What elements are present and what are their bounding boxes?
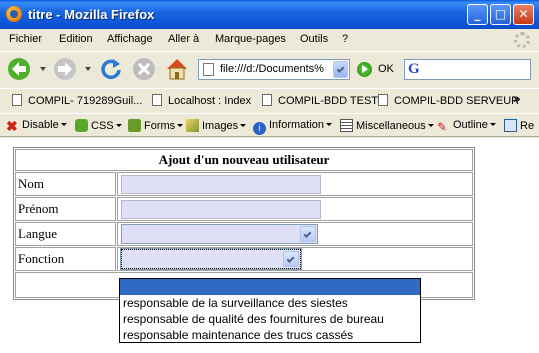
page-icon [12, 94, 22, 106]
forward-dropdown-icon[interactable] [85, 67, 91, 71]
resize-icon [504, 119, 517, 132]
caret-icon [115, 124, 122, 127]
fonction-dropdown-list: responsable de la surveillance des siest… [119, 278, 421, 343]
menu-help[interactable]: ? [342, 33, 348, 45]
forms-icon [128, 119, 141, 132]
images-icon [186, 119, 199, 132]
form-heading: Ajout d'un nouveau utilisateur [15, 149, 473, 171]
prenom-cell [117, 197, 473, 221]
images-menu[interactable]: Images [186, 119, 247, 132]
page-icon [152, 94, 162, 106]
information-icon: i [253, 122, 266, 135]
go-button[interactable]: OK [378, 63, 394, 75]
outline-menu[interactable]: ✎ Outline [437, 119, 496, 134]
css-icon [75, 119, 88, 132]
chevron-down-icon [286, 255, 295, 263]
resize-menu[interactable]: Re [504, 119, 534, 132]
menu-bar: Fichier Edition Affichage Aller à Marque… [0, 29, 539, 51]
langue-label: Langue [15, 222, 116, 246]
dropdown-option[interactable] [120, 279, 420, 295]
google-icon[interactable]: G [408, 61, 420, 78]
forward-icon[interactable] [52, 56, 78, 82]
maximize-button[interactable]: □ [490, 4, 511, 25]
menu-aller-a[interactable]: Aller à [168, 33, 199, 45]
disable-icon: ✖ [6, 118, 18, 134]
nom-label: Nom [15, 172, 116, 196]
page-icon [203, 63, 214, 76]
back-icon[interactable] [6, 56, 32, 82]
title-bar: titre - Mozilla Firefox _ □ ✕ [0, 0, 539, 29]
nom-input[interactable] [121, 174, 321, 194]
dropdown-option[interactable]: responsable maintenance des trucs cassés [120, 327, 420, 343]
reload-icon[interactable] [98, 56, 124, 82]
menu-outils[interactable]: Outils [300, 33, 328, 45]
fonction-dropdown-button[interactable] [283, 251, 299, 267]
bookmark-item[interactable]: COMPIL-BDD SERVEUR [378, 94, 519, 107]
dropdown-option[interactable]: responsable de qualité des fournitures d… [120, 311, 420, 327]
fonction-cell [117, 247, 473, 271]
caret-icon [60, 123, 67, 126]
caret-icon [177, 124, 184, 127]
miscellaneous-icon [340, 119, 353, 132]
nom-cell [117, 172, 473, 196]
firefox-icon [6, 6, 22, 22]
back-dropdown-icon[interactable] [40, 67, 46, 71]
url-input[interactable]: file:///d:/Documents% [220, 63, 330, 75]
menu-marque-pages[interactable]: Marque-pages [215, 33, 286, 45]
fonction-select[interactable] [120, 248, 302, 270]
menu-affichage[interactable]: Affichage [107, 33, 153, 45]
minimize-button[interactable]: _ [467, 4, 488, 25]
page-icon [378, 94, 388, 106]
go-icon[interactable] [357, 62, 372, 77]
caret-icon [240, 124, 247, 127]
caret-icon [326, 123, 333, 126]
bookmark-item[interactable]: COMPIL-BDD TEST [262, 94, 378, 107]
caret-icon [489, 123, 496, 126]
chevron-down-icon [303, 230, 312, 238]
langue-select[interactable] [121, 224, 318, 244]
home-icon[interactable] [164, 56, 190, 82]
css-menu[interactable]: CSS [75, 119, 122, 132]
menu-fichier[interactable]: Fichier [9, 33, 42, 45]
navigation-toolbar: file:///d:/Documents% OK G [0, 51, 539, 87]
caret-icon [427, 124, 434, 127]
prenom-input[interactable] [121, 199, 321, 219]
langue-cell [117, 222, 473, 246]
langue-dropdown-button[interactable] [300, 226, 316, 242]
bookmark-item[interactable]: COMPIL- 719289Guil... [12, 94, 142, 107]
chevron-down-icon [336, 65, 345, 73]
bookmark-item[interactable]: Localhost : Index [152, 94, 251, 107]
stop-icon[interactable] [131, 56, 157, 82]
close-button[interactable]: ✕ [513, 4, 534, 25]
fonction-label: Fonction [15, 247, 116, 271]
bookmarks-chevron-icon[interactable]: » [513, 92, 521, 106]
menu-edition[interactable]: Edition [59, 33, 93, 45]
throbber-icon [514, 32, 530, 48]
forms-menu[interactable]: Forms [128, 119, 184, 132]
information-menu[interactable]: i Information [253, 119, 333, 135]
web-developer-toolbar: ✖ Disable CSS Forms Images i Information M… [0, 113, 539, 137]
prenom-label: Prénom [15, 197, 116, 221]
url-dropdown-button[interactable] [333, 61, 348, 78]
bookmarks-toolbar: COMPIL- 719289Guil... Localhost : Index … [0, 88, 539, 112]
dropdown-option[interactable]: responsable de la surveillance des siest… [120, 295, 420, 311]
disable-menu[interactable]: ✖ Disable [6, 119, 67, 133]
window-title: titre - Mozilla Firefox [28, 7, 155, 22]
url-bar[interactable]: file:///d:/Documents% [198, 59, 350, 80]
outline-icon: ✎ [437, 120, 448, 134]
search-input[interactable]: G [404, 59, 531, 80]
miscellaneous-menu[interactable]: Miscellaneous [340, 119, 434, 132]
page-icon [262, 94, 272, 106]
